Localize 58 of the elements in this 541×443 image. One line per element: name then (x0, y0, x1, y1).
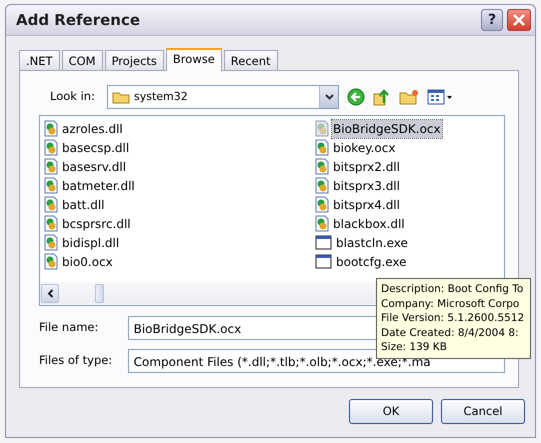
dll-file-icon (44, 177, 58, 194)
scroll-left-button[interactable] (41, 284, 59, 302)
exe-window-icon (315, 254, 332, 269)
file-name-label: File name: (39, 319, 100, 336)
close-button[interactable] (507, 9, 531, 31)
tab[interactable]: Recent (224, 50, 278, 70)
dll-file-icon (44, 234, 58, 251)
file-item[interactable]: blackbox.dll (332, 214, 406, 232)
dll-file-icon (315, 158, 329, 175)
dll-file-icon (315, 139, 329, 156)
file-item[interactable]: basecsp.dll (61, 138, 130, 156)
exe-window-icon (315, 235, 332, 250)
dll-file-icon (44, 158, 58, 175)
file-item[interactable]: blastcln.exe (335, 234, 409, 252)
dialog-button[interactable]: Cancel (441, 399, 525, 424)
file-item[interactable]: BioBridgeSDK.ocx (332, 120, 442, 138)
dll-file-icon (315, 177, 329, 194)
file-item[interactable]: bitsprx4.dll (332, 196, 401, 214)
file-item[interactable]: azroles.dll (61, 120, 124, 138)
file-item[interactable]: batmeter.dll (61, 176, 136, 194)
up-folder-icon[interactable] (373, 88, 391, 106)
dll-file-icon (44, 215, 58, 232)
tab[interactable]: Projects (104, 50, 164, 70)
file-item[interactable]: batt.dll (61, 196, 106, 214)
look-in-dropdown[interactable]: system32 (107, 85, 339, 109)
tooltip-line: Company: Microsoft Corpo (381, 296, 520, 311)
close-icon (512, 13, 526, 27)
folder-icon (112, 90, 130, 104)
file-item[interactable]: bio0.ocx (61, 252, 114, 270)
file-item[interactable]: bcsprsrc.dll (61, 214, 132, 232)
file-item[interactable]: bidispl.dll (61, 234, 120, 252)
file-item[interactable]: bitsprx2.dll (332, 158, 401, 176)
new-folder-icon[interactable] (399, 89, 419, 105)
window-title: Add Reference (16, 10, 140, 31)
file-type-label: Files of type: (39, 352, 114, 370)
back-icon[interactable] (347, 88, 365, 106)
dll-file-icon (315, 215, 329, 232)
file-item[interactable]: biokey.ocx (332, 138, 396, 156)
tab[interactable]: COM (62, 50, 103, 70)
look-in-label: Look in: (50, 88, 96, 106)
dll-file-icon (315, 120, 329, 137)
caret-icon (324, 94, 334, 100)
dialog-button[interactable]: OK (349, 399, 433, 424)
tooltip-line: Description: Boot Config To (381, 282, 524, 296)
tab[interactable]: Browse (166, 48, 222, 71)
dll-file-icon (44, 139, 58, 156)
tab[interactable]: .NET (19, 50, 60, 70)
view-menu-icon[interactable] (427, 89, 453, 105)
dll-file-icon (44, 120, 58, 137)
dll-file-icon (44, 196, 58, 213)
file-item[interactable]: bootcfg.exe (335, 252, 408, 270)
help-button[interactable]: ? (481, 9, 503, 31)
folder-name: system32 (134, 88, 188, 105)
file-item[interactable]: basesrv.dll (61, 158, 128, 176)
dll-file-icon (315, 196, 329, 213)
dll-file-icon (44, 253, 58, 270)
scroll-thumb[interactable] (95, 284, 104, 302)
file-item[interactable]: bitsprx3.dll (332, 176, 401, 194)
